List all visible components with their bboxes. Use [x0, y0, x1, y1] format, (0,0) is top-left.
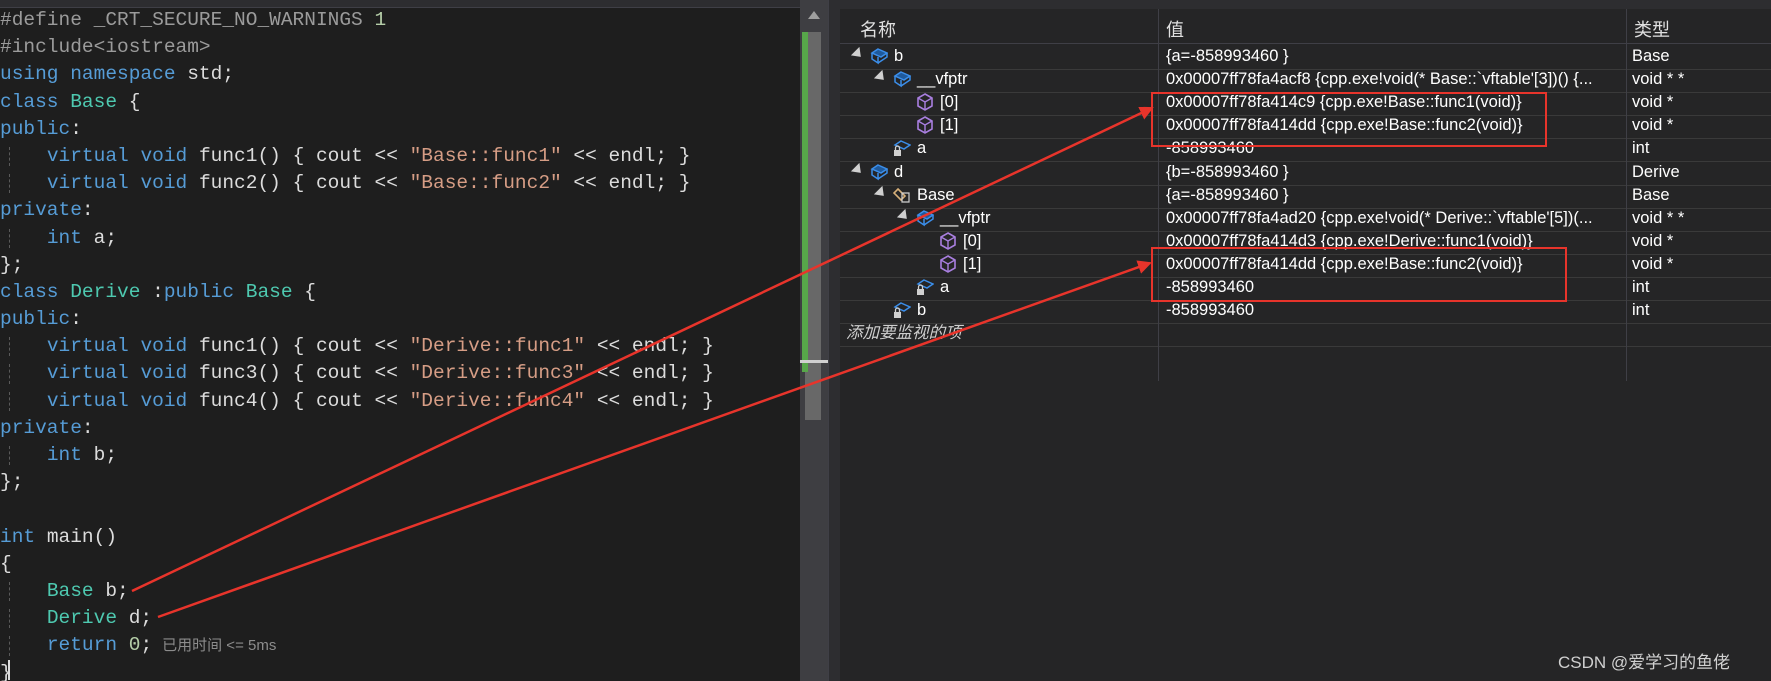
code-line: private:	[0, 199, 94, 222]
code-line: #define _CRT_SECURE_NO_WARNINGS 1	[0, 9, 387, 31]
watch-type: Derive	[1632, 162, 1680, 181]
private-field-icon	[916, 278, 935, 296]
watch-value[interactable]: {a=-858993460 }	[1166, 43, 1626, 69]
private-field-icon	[893, 301, 912, 319]
private-field-icon	[893, 139, 912, 157]
watch-type: void *	[1632, 231, 1674, 250]
cube-icon	[939, 254, 957, 273]
watch-name: b	[894, 47, 904, 65]
watch-window[interactable]: 名称 值 类型 b {a=-858993460 } Base __vfptr 0x000…	[840, 0, 1771, 681]
watch-type: Base	[1632, 185, 1670, 204]
code-line: virtual void func1() { cout << "Derive::…	[0, 333, 714, 360]
collapse-arrow-icon[interactable]	[850, 162, 866, 177]
header-value[interactable]: 值	[1166, 16, 1184, 42]
watch-type: Base	[1632, 47, 1670, 65]
collapse-arrow-icon[interactable]	[850, 46, 866, 62]
cube-icon	[916, 116, 934, 135]
watch-name: a	[940, 278, 950, 296]
perf-tip: 已用时间 <= 5ms	[162, 637, 277, 655]
watch-type: int	[1632, 139, 1650, 158]
collapse-arrow-icon[interactable]	[873, 70, 889, 85]
code-line: };	[0, 471, 24, 494]
header-divider[interactable]	[1158, 9, 1159, 43]
highlight-box-base-vtable	[1151, 92, 1547, 147]
object-icon	[893, 70, 912, 88]
watch-type: void *	[1632, 116, 1674, 135]
header-name[interactable]: 名称	[860, 16, 896, 42]
code-line: }	[0, 661, 12, 681]
scroll-up-arrow-icon[interactable]	[808, 11, 820, 19]
object-icon	[916, 209, 935, 227]
code-line: class Base {	[0, 90, 141, 113]
code-line: virtual void func1() { cout << "Base::fu…	[0, 143, 714, 170]
watch-value[interactable]: 0x00007ff78fa4ad20 {cpp.exe!void(* Deriv…	[1166, 205, 1626, 231]
watch-name: [1]	[963, 254, 982, 273]
code-line: Derive d;	[0, 605, 714, 632]
watch-type: void * *	[1632, 70, 1685, 89]
watch-type: int	[1632, 278, 1650, 296]
watch-name: __vfptr	[917, 70, 968, 89]
collapse-arrow-icon[interactable]	[873, 185, 889, 200]
text-caret	[8, 660, 10, 680]
header-divider[interactable]	[1626, 9, 1627, 43]
code-line: virtual void func4() { cout << "Derive::…	[0, 388, 714, 415]
code-line: public:	[0, 308, 82, 331]
watch-value[interactable]: {a=-858993460 }	[1166, 182, 1626, 208]
watch-name: [1]	[940, 116, 959, 135]
watermark: CSDN @爱学习的鱼佬	[1558, 653, 1731, 672]
watch-type: void *	[1632, 254, 1674, 273]
code-line: {	[0, 552, 12, 575]
watch-value[interactable]: 0x00007ff78fa4acf8 {cpp.exe!void(* Base:…	[1166, 66, 1626, 92]
add-watch-row[interactable]: 添加要监视的项	[840, 320, 1771, 348]
editor-vertical-scrollbar[interactable]	[800, 0, 828, 681]
object-icon	[870, 47, 889, 65]
watch-name: d	[894, 162, 904, 181]
code-line: #include<iostream>	[0, 36, 211, 59]
add-watch-label[interactable]: 添加要监视的项	[846, 320, 962, 346]
change-tracking-bar	[802, 32, 808, 372]
code-line: public:	[0, 117, 82, 140]
watch-name: [0]	[963, 231, 982, 250]
code-text[interactable]: #define _CRT_SECURE_NO_WARNINGS 1 #includ…	[0, 7, 714, 681]
watch-name: Base	[917, 185, 955, 204]
watch-type: int	[1632, 301, 1650, 320]
scroll-position-marker	[800, 360, 828, 363]
code-line: int b;	[0, 442, 714, 469]
watch-name: [0]	[940, 93, 959, 112]
code-line: Base b;	[0, 578, 714, 605]
watch-header: 名称 值 类型	[840, 9, 1771, 44]
code-line: virtual void func3() { cout << "Derive::…	[0, 360, 714, 387]
collapse-arrow-icon[interactable]	[896, 208, 912, 223]
code-line: int a;	[0, 225, 714, 252]
watch-type: void * *	[1632, 208, 1685, 227]
watch-toolbar	[840, 0, 1771, 9]
cube-icon	[916, 93, 934, 112]
watch-name: b	[917, 301, 927, 320]
code-line: class Derive :public Base {	[0, 280, 316, 303]
watch-value[interactable]: {b=-858993460 }	[1166, 159, 1626, 185]
object-icon	[870, 163, 889, 181]
highlight-box-derive-vtable	[1151, 247, 1567, 302]
code-line: private:	[0, 416, 94, 439]
base-class-icon	[892, 186, 911, 204]
code-line: int main()	[0, 525, 118, 548]
watch-name: __vfptr	[940, 208, 991, 227]
code-line: return 0; 已用时间 <= 5ms	[0, 632, 714, 659]
watch-name: a	[917, 139, 927, 158]
code-line: virtual void func2() { cout << "Base::fu…	[0, 170, 714, 197]
column-divider	[1626, 43, 1627, 381]
code-line: using namespace std;	[0, 63, 235, 86]
code-editor[interactable]: #define _CRT_SECURE_NO_WARNINGS 1 #includ…	[0, 0, 806, 681]
cube-icon	[939, 231, 957, 250]
watch-type: void *	[1632, 93, 1674, 112]
header-type[interactable]: 类型	[1634, 16, 1670, 42]
code-line: };	[0, 253, 24, 276]
